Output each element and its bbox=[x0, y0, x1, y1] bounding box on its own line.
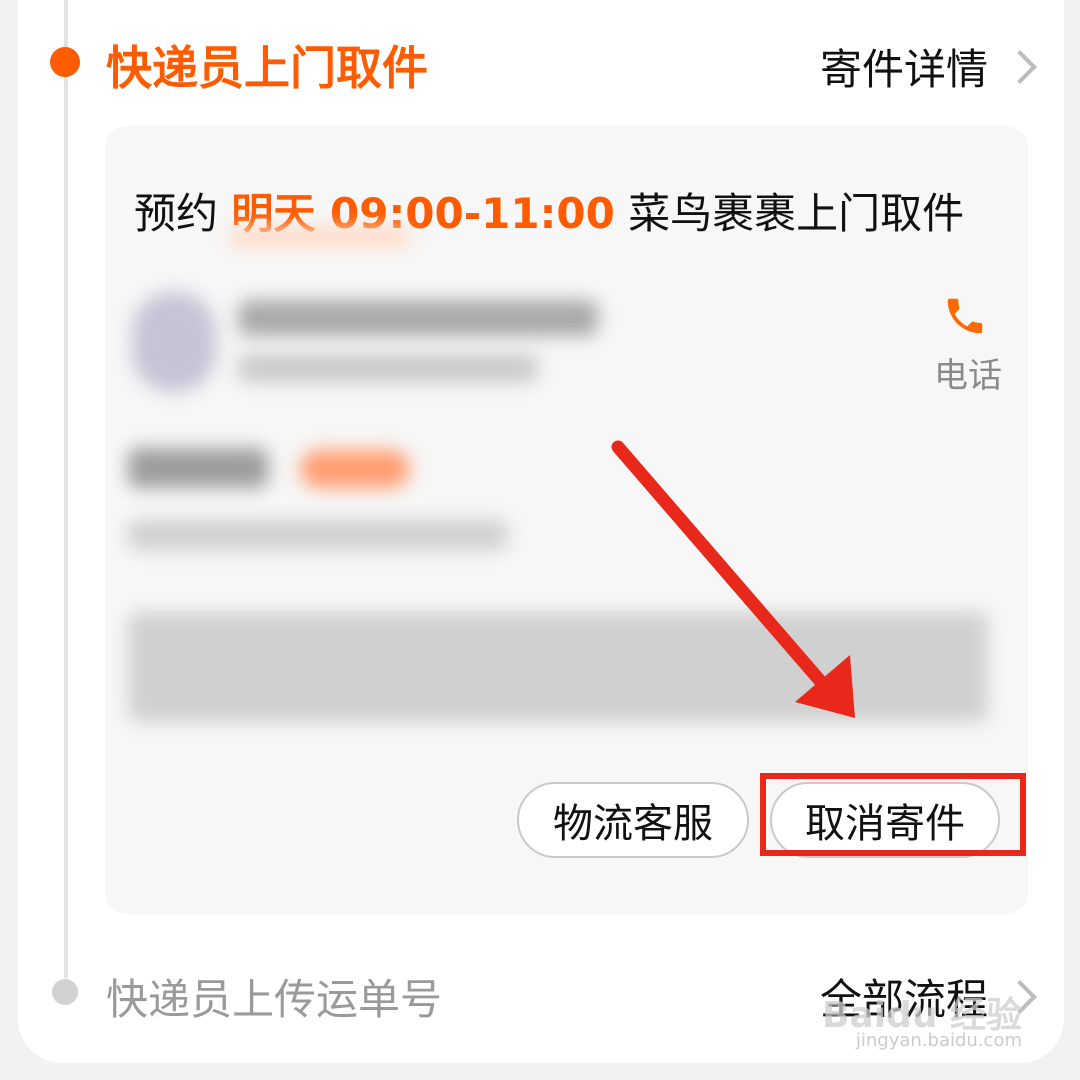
appointment-suffix: 菜鸟裹裹上门取件 bbox=[614, 189, 965, 238]
blurred-sender-name bbox=[128, 448, 268, 488]
chevron-right-icon bbox=[1003, 49, 1037, 84]
blurred-tag bbox=[300, 450, 410, 488]
step-title-next: 快递员上传运单号 bbox=[106, 975, 443, 1024]
annotation-highlight-box bbox=[760, 773, 1026, 856]
shipment-detail-label: 寄件详情 bbox=[819, 45, 988, 94]
watermark-url: jingyan.baidu.com bbox=[855, 1030, 1022, 1051]
courier-avatar bbox=[132, 292, 216, 392]
shipment-detail-link[interactable]: 寄件详情 bbox=[819, 36, 1037, 97]
timeline-dot-inactive bbox=[52, 979, 78, 1005]
phone-label: 电话 bbox=[934, 356, 1002, 396]
step-title-current: 快递员上门取件 bbox=[106, 41, 428, 95]
phone-icon[interactable] bbox=[942, 293, 988, 339]
timeline-dot-active bbox=[50, 47, 80, 77]
logistics-service-button[interactable]: 物流客服 bbox=[517, 782, 749, 858]
timeline-line bbox=[64, 0, 68, 978]
appointment-prefix: 预约 bbox=[134, 189, 232, 238]
blurred-courier-name bbox=[238, 300, 598, 336]
blurred-courier-info bbox=[238, 354, 538, 382]
blurred-detail bbox=[230, 228, 410, 246]
blurred-address bbox=[128, 612, 988, 722]
blurred-sender-info bbox=[128, 520, 508, 550]
